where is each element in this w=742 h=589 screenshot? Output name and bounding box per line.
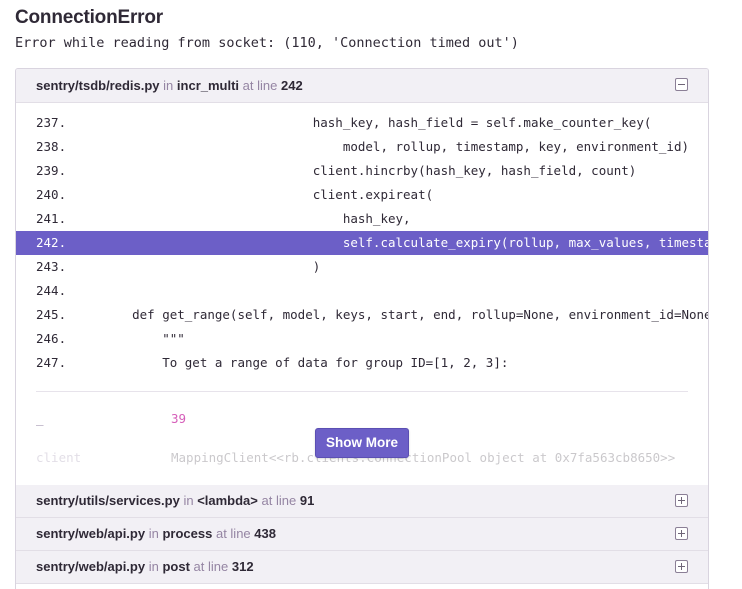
line-number: 239. <box>36 163 67 178</box>
collapse-icon[interactable] <box>675 78 688 91</box>
frame-header[interactable]: sentry/web/api.py in process at line 438 <box>16 518 708 551</box>
frame-at-label: at line <box>242 78 278 93</box>
variable-key: _ <box>36 411 44 426</box>
frame-in-label: in <box>148 559 159 574</box>
error-message: Error while reading from socket: (110, '… <box>15 35 519 51</box>
stacktrace: sentry/tsdb/redis.py in incr_multi at li… <box>15 68 709 589</box>
frame-file: sentry/web/api.py <box>36 526 146 541</box>
line-source: hash_key, hash_field = self.make_counter… <box>102 115 652 130</box>
frame-line: 312 <box>231 559 254 574</box>
frame-in-label: in <box>148 526 159 541</box>
code-line: 247. To get a range of data for group ID… <box>16 351 708 375</box>
expand-icon[interactable] <box>675 560 688 573</box>
line-source: model, rollup, timestamp, key, environme… <box>102 139 689 154</box>
code-line: 243. ) <box>16 255 708 279</box>
line-number: 242. <box>36 235 67 250</box>
code-line: 241. hash_key, <box>16 207 708 231</box>
frame-file: sentry/tsdb/redis.py <box>36 78 160 93</box>
code-line: 246. """ <box>16 327 708 351</box>
frame-function: <lambda> <box>197 493 258 508</box>
line-source: hash_key, <box>102 211 411 226</box>
frame-function: process <box>162 526 213 541</box>
variable-value: 39 <box>171 411 187 426</box>
line-number: 238. <box>36 139 67 154</box>
expand-icon[interactable] <box>675 527 688 540</box>
frame-function: incr_multi <box>176 78 240 93</box>
line-number: 247. <box>36 355 67 370</box>
expand-icon[interactable] <box>675 494 688 507</box>
code-line-active: 242. self.calculate_expiry(rollup, max_v… <box>16 231 708 255</box>
line-number: 246. <box>36 331 67 346</box>
frame-in-label: in <box>163 78 174 93</box>
frame-file: sentry/utils/services.py <box>36 493 180 508</box>
show-more-button[interactable]: Show More <box>315 428 409 458</box>
code-line: 239. client.hincrby(hash_key, hash_field… <box>16 159 708 183</box>
code-line: 245. def get_range(self, model, keys, st… <box>16 303 708 327</box>
code-line: 238. model, rollup, timestamp, key, envi… <box>16 135 708 159</box>
line-number: 244. <box>36 283 67 298</box>
line-source: To get a range of data for group ID=[1, … <box>102 355 509 370</box>
line-number: 241. <box>36 211 67 226</box>
frame-header[interactable]: sentry/web/api.py in post at line 312 <box>16 551 708 584</box>
frame-function: post <box>162 559 190 574</box>
frame-line: 438 <box>254 526 276 541</box>
code-line: 240. client.expireat( <box>16 183 708 207</box>
code-line: 244. <box>16 279 708 303</box>
frame-at-label: at line <box>193 559 229 574</box>
frame-line: 242 <box>281 78 303 93</box>
frame-in-label: in <box>183 493 194 508</box>
line-source: self.calculate_expiry(rollup, max_values… <box>102 235 709 250</box>
line-source: """ <box>102 331 185 346</box>
line-number: 245. <box>36 307 67 322</box>
frame-file: sentry/web/api.py <box>36 559 146 574</box>
frame-at-label: at line <box>261 493 297 508</box>
line-number: 243. <box>36 259 67 274</box>
frame-at-label: at line <box>215 526 251 541</box>
code-context: 237. hash_key, hash_field = self.make_co… <box>16 103 708 392</box>
line-source: def get_range(self, model, keys, start, … <box>102 307 709 322</box>
line-number: 237. <box>36 115 67 130</box>
line-source: ) <box>102 259 321 274</box>
frame-line: 91 <box>299 493 315 508</box>
frame-header[interactable]: sentry/tsdb/redis.py in incr_multi at li… <box>16 69 708 103</box>
frame-header[interactable]: sentry/utils/services.py in <lambda> at … <box>16 485 708 518</box>
code-line: 237. hash_key, hash_field = self.make_co… <box>16 111 708 135</box>
line-source: client.hincrby(hash_key, hash_field, cou… <box>102 163 637 178</box>
error-title: ConnectionError <box>15 7 163 28</box>
line-source: client.expireat( <box>102 187 434 202</box>
variable-value: MappingClient<<rb.clients.ConnectionPool… <box>171 450 676 465</box>
line-number: 240. <box>36 187 67 202</box>
variable-key: client <box>36 450 82 465</box>
